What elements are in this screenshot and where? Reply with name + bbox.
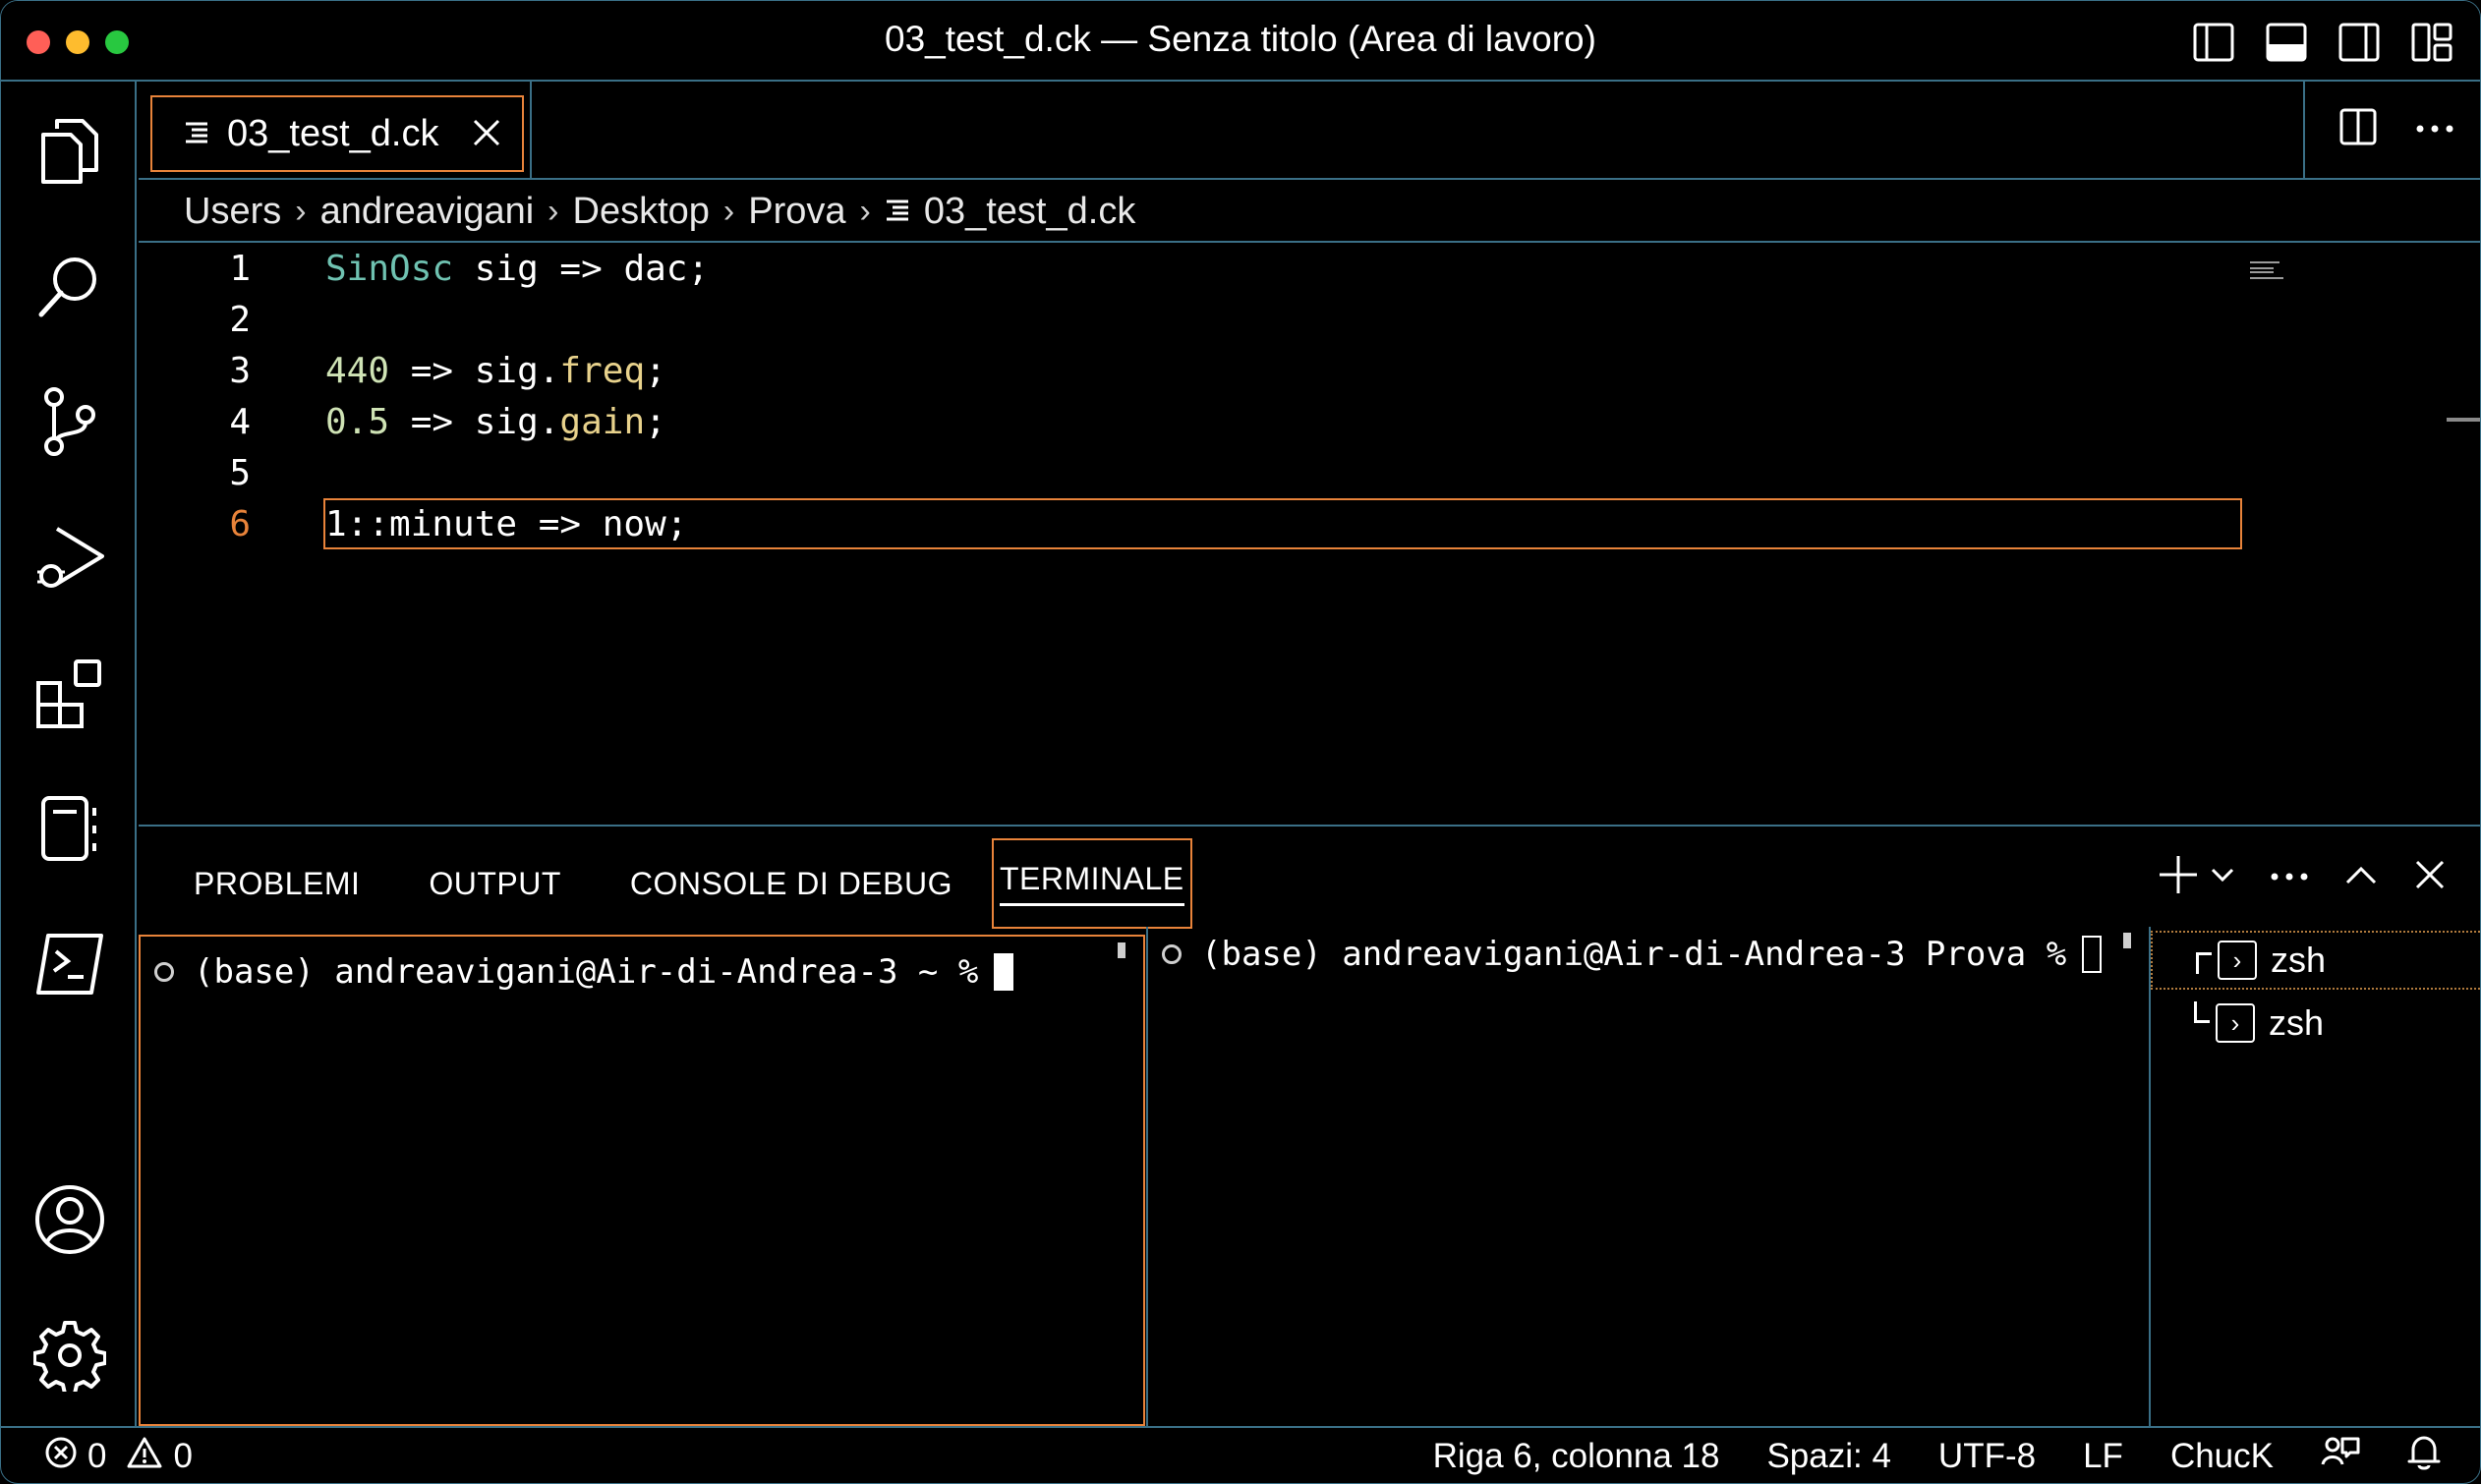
chevron-right-icon: ›: [295, 192, 307, 230]
notifications-bell-icon[interactable]: [2407, 1434, 2441, 1480]
file-lines-icon: [184, 113, 209, 155]
line-number: 2: [229, 300, 251, 340]
line-number-active: 6: [229, 504, 251, 544]
terminal-icon: ›: [2216, 1003, 2255, 1043]
bottom-panel: PROBLEMI OUTPUT CONSOLE DI DEBUG TERMINA…: [139, 828, 2480, 1426]
end-of-line[interactable]: LF: [2083, 1437, 2123, 1476]
run-debug-icon[interactable]: [30, 518, 109, 597]
cursor-position[interactable]: Riga 6, colonna 18: [1433, 1437, 1720, 1476]
terminal-status-circle-icon: [154, 962, 174, 982]
code-editor[interactable]: 1 2 3 4 5 6 SinOsc sig => dac; 440 => si…: [139, 245, 2480, 827]
tab-problemi[interactable]: PROBLEMI: [194, 838, 360, 929]
extensions-icon[interactable]: [30, 654, 109, 732]
breadcrumb-users[interactable]: Users: [184, 191, 281, 233]
problems-status[interactable]: 0 0: [44, 1436, 193, 1478]
tab-label: 03_test_d.ck: [227, 112, 439, 154]
more-actions-icon[interactable]: [2415, 121, 2454, 139]
title-bar: 03_test_d.ck — Senza titolo (Area di lav…: [1, 1, 2480, 82]
tab-console-di-debug[interactable]: CONSOLE DI DEBUG: [630, 838, 952, 929]
terminal-cursor: [2082, 936, 2103, 973]
toggle-primary-sidebar-icon[interactable]: [2191, 21, 2236, 64]
terminal-icon[interactable]: [30, 925, 109, 1003]
chevron-right-icon: ›: [859, 192, 871, 230]
line-number: 1: [229, 249, 251, 289]
tab-terminale[interactable]: TERMINALE: [991, 838, 1192, 929]
activity-bar: [1, 82, 137, 1428]
close-tab-icon[interactable]: [469, 115, 504, 160]
warning-count: 0: [173, 1437, 193, 1475]
split-editor-icon[interactable]: [2338, 107, 2378, 151]
terminal-icon: ›: [2218, 941, 2257, 980]
terminal-cursor: [994, 953, 1014, 991]
terminal-status-circle-icon: [1162, 944, 1182, 964]
indentation[interactable]: Spazi: 4: [1766, 1437, 1890, 1476]
editor-tabs-bar: 03_test_d.ck: [139, 82, 2480, 180]
code-line: 0.5 => sig.gain;: [325, 402, 666, 442]
terminal-prompt: (base) andreavigani@Air-di-Andrea-3 ~ %: [194, 952, 979, 992]
code-line: 1::minute => now;: [325, 504, 688, 544]
vscode-window: 03_test_d.ck — Senza titolo (Area di lav…: [0, 0, 2481, 1484]
chevron-down-icon[interactable]: [2211, 867, 2234, 887]
customize-layout-icon[interactable]: [2409, 21, 2454, 64]
notebook-icon[interactable]: [30, 789, 109, 868]
terminal-list-item[interactable]: › zsh: [2151, 931, 2480, 990]
code-line: SinOsc sig => dac;: [325, 249, 710, 289]
breadcrumb-prova[interactable]: Prova: [748, 191, 845, 233]
breadcrumb-desktop[interactable]: Desktop: [573, 191, 710, 233]
tab-output[interactable]: OUTPUT: [429, 838, 561, 929]
accounts-icon[interactable]: [30, 1180, 109, 1259]
more-actions-icon[interactable]: [2270, 869, 2309, 886]
line-number: 5: [229, 453, 251, 493]
minimap[interactable]: [2250, 249, 2283, 279]
scrollbar-indicator[interactable]: [2447, 418, 2480, 422]
warning-icon: [126, 1436, 163, 1478]
toggle-panel-icon[interactable]: [2264, 21, 2309, 64]
terminal-pane-1[interactable]: (base) andreavigani@Air-di-Andrea-3 ~ %: [139, 935, 1145, 1426]
encoding[interactable]: UTF-8: [1938, 1437, 2036, 1476]
toggle-secondary-sidebar-icon[interactable]: [2337, 21, 2382, 64]
window-title: 03_test_d.ck — Senza titolo (Area di lav…: [885, 19, 1596, 59]
line-number: 3: [229, 351, 251, 391]
maximize-panel-icon[interactable]: [2344, 864, 2378, 890]
code-line: 440 => sig.freq;: [325, 351, 666, 391]
settings-gear-icon[interactable]: [30, 1316, 109, 1395]
breadcrumb-andreavigani[interactable]: andreavigani: [320, 191, 535, 233]
error-icon: [44, 1436, 78, 1478]
explorer-icon[interactable]: [30, 111, 109, 190]
file-lines-icon: [885, 191, 910, 233]
source-control-icon[interactable]: [30, 382, 109, 461]
chevron-right-icon: ›: [548, 192, 559, 230]
breadcrumb: Users › andreavigani › Desktop › Prova ›…: [139, 182, 2480, 243]
tab-03-test-d-ck[interactable]: 03_test_d.ck: [150, 95, 524, 172]
new-terminal-icon[interactable]: [2158, 854, 2199, 900]
terminal-pane-2[interactable]: (base) andreavigani@Air-di-Andrea-3 Prov…: [1146, 927, 2149, 1426]
terminal-prompt: (base) andreavigani@Air-di-Andrea-3 Prov…: [1201, 935, 2067, 974]
error-count: 0: [87, 1437, 107, 1475]
language-mode[interactable]: ChucK: [2170, 1437, 2274, 1476]
terminal-list-item[interactable]: › zsh: [2151, 994, 2480, 1053]
breadcrumb-file[interactable]: 03_test_d.ck: [885, 191, 1135, 233]
chevron-right-icon: ›: [722, 192, 735, 230]
feedback-icon[interactable]: [2321, 1435, 2360, 1479]
status-bar: 0 0 Riga 6, colonna 18 Spazi: 4 UTF-8 LF…: [1, 1426, 2480, 1483]
terminal-list: › zsh › zsh: [2149, 927, 2480, 1426]
search-icon[interactable]: [30, 247, 109, 325]
line-number: 4: [229, 402, 251, 442]
close-panel-icon[interactable]: [2413, 858, 2447, 896]
